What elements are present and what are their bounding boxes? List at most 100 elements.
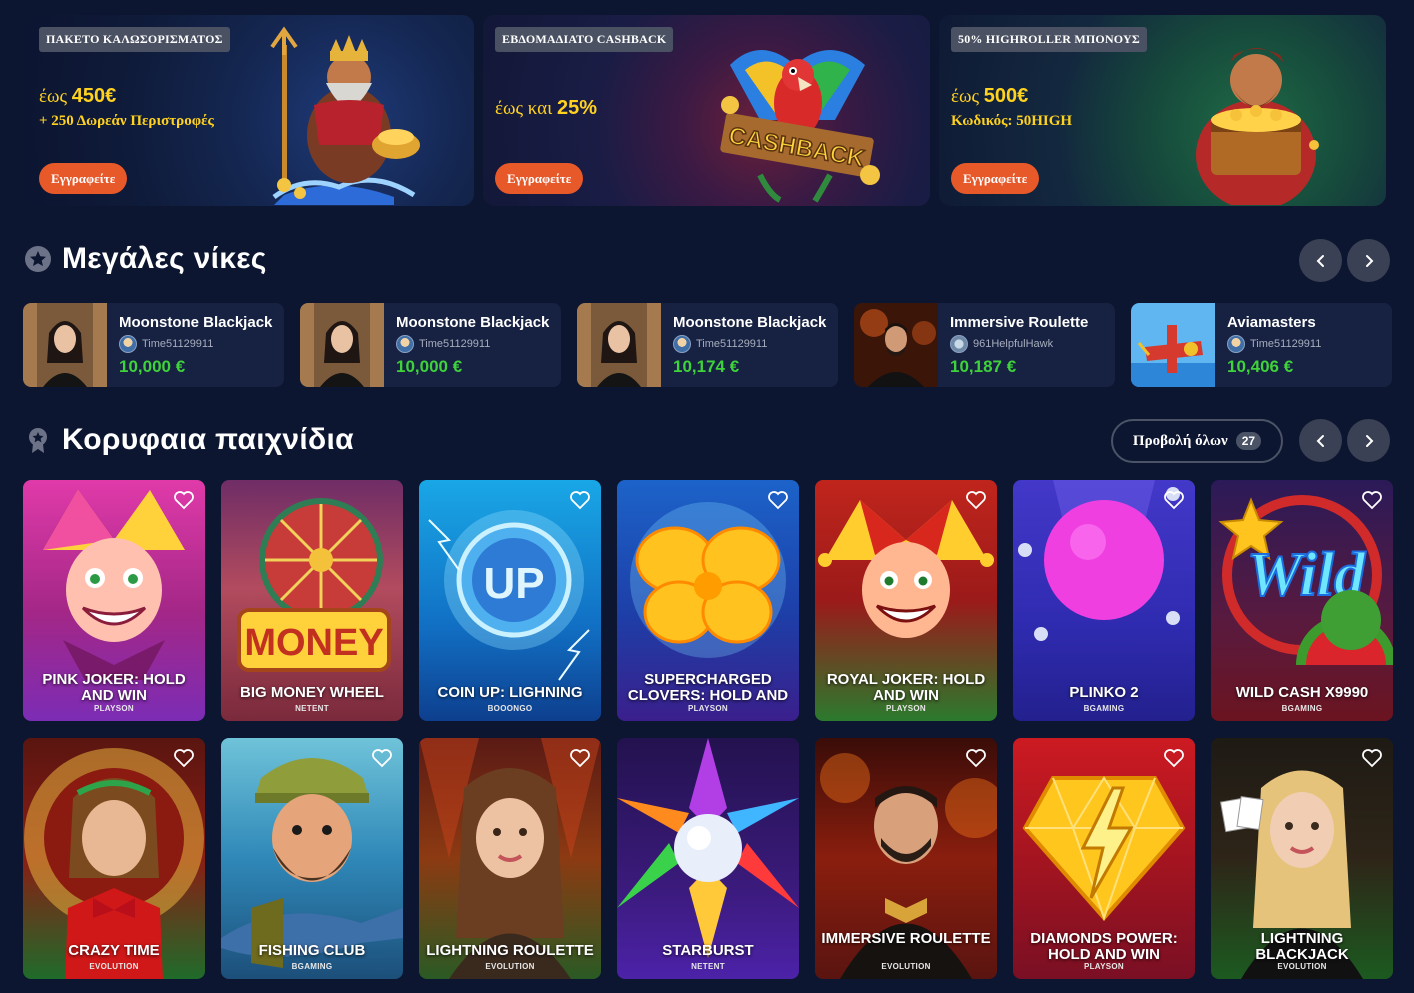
game-thumbnail (23, 303, 107, 387)
username: Time51129911 (1250, 337, 1322, 350)
favorite-heart-icon[interactable] (965, 490, 987, 510)
big-wins-prev-button[interactable] (1299, 239, 1342, 282)
win-game-name: Moonstone Blackjack (673, 313, 827, 331)
big-win-card[interactable]: Immersive Roulette 961HelpfulHawk 10,187… (854, 303, 1115, 387)
promo-amount: έως 500€ (951, 85, 1028, 108)
register-button[interactable]: Εγγραφείτε (951, 163, 1040, 194)
promo-subtext: Κωδικός: 50HIGH (951, 113, 1073, 129)
big-win-card[interactable]: Moonstone Blackjack Time51129911 10,000 … (23, 303, 284, 387)
game-title: LIGHTNING ROULETTE (426, 942, 594, 959)
game-thumbnail (1131, 303, 1215, 387)
promo-badge: ΕΒΔΟΜΑΔΙΑΤΟ CASHBACK (495, 27, 674, 52)
win-amount: 10,174 € (673, 356, 740, 376)
game-title: IMMERSIVE ROULETTE (821, 930, 991, 947)
game-tile[interactable]: LIGHTNING BLACKJACK EVOLUTION (1211, 738, 1393, 979)
game-tile[interactable]: SUPERCHARGED CLOVERS: HOLD AND PLAYSON (617, 480, 799, 721)
game-provider: NETENT (295, 704, 329, 713)
view-all-label: Προβολή όλων (1132, 432, 1228, 449)
game-tile[interactable]: IMMERSIVE ROULETTE EVOLUTION (815, 738, 997, 979)
big-win-card[interactable]: Moonstone Blackjack Time51129911 10,000 … (300, 303, 561, 387)
game-title: PINK JOKER: HOLD AND WIN (42, 671, 186, 704)
game-provider: EVOLUTION (485, 962, 535, 971)
big-win-card[interactable]: Moonstone Blackjack Time51129911 10,174 … (577, 303, 838, 387)
win-user: Time51129911 (396, 334, 549, 353)
view-all-button[interactable]: Προβολή όλων 27 (1111, 419, 1283, 463)
top-games-prev-button[interactable] (1299, 419, 1342, 462)
game-tile[interactable]: UP COIN UP: LIGHNING BOOONGO (419, 480, 601, 721)
game-title: CRAZY TIME (68, 942, 160, 959)
top-games-next-button[interactable] (1347, 419, 1390, 462)
game-tile[interactable]: PLINKO 2 BGAMING (1013, 480, 1195, 721)
win-user: Time51129911 (673, 334, 826, 353)
win-user: Time51129911 (1227, 334, 1322, 353)
avatar (950, 334, 968, 353)
svg-text:UP: UP (483, 559, 544, 608)
favorite-heart-icon[interactable] (965, 748, 987, 768)
favorite-heart-icon[interactable] (173, 748, 195, 768)
star-circle-icon (25, 246, 51, 272)
game-tile[interactable]: MONEY BIG MONEY WHEEL NETENT (221, 480, 403, 721)
avatar (396, 334, 414, 353)
favorite-heart-icon[interactable] (1163, 748, 1185, 768)
favorite-heart-icon[interactable] (569, 490, 591, 510)
favorite-heart-icon[interactable] (767, 490, 789, 510)
username: Time51129911 (696, 337, 768, 350)
game-tile[interactable]: DIAMONDS POWER: HOLD AND WIN PLAYSON (1013, 738, 1195, 979)
favorite-heart-icon[interactable] (1163, 490, 1185, 510)
win-info: Moonstone Blackjack Time51129911 10,174 … (661, 303, 838, 387)
register-button[interactable]: Εγγραφείτε (495, 163, 584, 194)
big-wins-next-button[interactable] (1347, 239, 1390, 282)
game-tile[interactable]: LIGHTNING ROULETTE EVOLUTION (419, 738, 601, 979)
game-thumbnail (300, 303, 384, 387)
promo-badge: 50% HIGHROLLER ΜΠΟΝΟΥΣ (951, 27, 1147, 52)
game-provider: PLAYSON (1083, 962, 1125, 971)
win-game-name: Moonstone Blackjack (396, 313, 550, 331)
win-info: Moonstone Blackjack Time51129911 10,000 … (107, 303, 284, 387)
game-title: ROYAL JOKER: HOLD AND WIN (826, 671, 986, 704)
game-tile[interactable]: CRAZY TIME EVOLUTION (23, 738, 205, 979)
game-tile[interactable]: STARBURST NETENT (617, 738, 799, 979)
big-win-card[interactable]: Aviamasters Time51129911 10,406 € (1131, 303, 1392, 387)
chevron-left-icon (1316, 434, 1324, 447)
promo-subtext: + 250 Δωρεάν Περιστροφές (39, 113, 214, 129)
game-tile[interactable]: FISHING CLUB BGAMING (221, 738, 403, 979)
promo-weekly-cashback[interactable]: CASHBACK ΕΒΔΟΜΑΔΙΑΤΟ CASHBACK έως και 25… (483, 15, 930, 206)
big-money-logo: MONEY (244, 622, 383, 664)
game-provider: NETENT (691, 962, 725, 971)
amount-value: 500€ (983, 85, 1029, 107)
game-thumbnail (854, 303, 938, 387)
username: Time51129911 (142, 337, 214, 350)
username: 961HelpfulHawk (973, 337, 1054, 350)
win-info: Aviamasters Time51129911 10,406 € (1215, 303, 1333, 387)
favorite-heart-icon[interactable] (1361, 748, 1383, 768)
game-tile[interactable]: PINK JOKER: HOLD AND WIN PLAYSON (23, 480, 205, 721)
amount-prefix: έως και (495, 98, 553, 119)
game-title: FISHING CLUB (258, 942, 366, 959)
game-provider: EVOLUTION (1277, 962, 1327, 971)
amount-value: 25% (556, 97, 598, 119)
favorite-heart-icon[interactable] (371, 748, 393, 768)
win-info: Immersive Roulette 961HelpfulHawk 10,187… (938, 303, 1100, 387)
win-amount: 10,187 € (950, 356, 1017, 376)
favorite-heart-icon[interactable] (1361, 490, 1383, 510)
avatar (1227, 334, 1245, 353)
game-tile[interactable]: Wild WILD CASH X9990 BGAMING (1211, 480, 1393, 721)
amount-value: 450€ (71, 85, 117, 107)
register-button[interactable]: Εγγραφείτε (39, 163, 128, 194)
game-title: STARBURST (662, 942, 754, 959)
win-game-name: Immersive Roulette (950, 313, 1089, 331)
favorite-heart-icon[interactable] (173, 490, 195, 510)
promo-highroller-bonus[interactable]: 50% HIGHROLLER ΜΠΟΝΟΥΣ έως 500€ Κωδικός:… (939, 15, 1386, 206)
favorite-heart-icon[interactable] (569, 748, 591, 768)
amount-prefix: έως (951, 86, 980, 107)
game-title: WILD CASH X9990 (1235, 684, 1369, 701)
game-tile[interactable]: ROYAL JOKER: HOLD AND WIN PLAYSON (815, 480, 997, 721)
game-provider: EVOLUTION (881, 962, 931, 971)
win-amount: 10,406 € (1227, 356, 1294, 376)
promo-welcome-package[interactable]: ΠΑΚΕΤΟ ΚΑΛΩΣΟΡΙΣΜΑΤΟΣ έως 450€ + 250 Δωρ… (27, 15, 474, 206)
game-provider: BGAMING (1083, 704, 1125, 713)
win-user: Time51129911 (119, 334, 272, 353)
award-ribbon-icon (29, 428, 47, 453)
win-info: Moonstone Blackjack Time51129911 10,000 … (384, 303, 561, 387)
game-title: DIAMONDS POWER: HOLD AND WIN (1030, 930, 1178, 963)
